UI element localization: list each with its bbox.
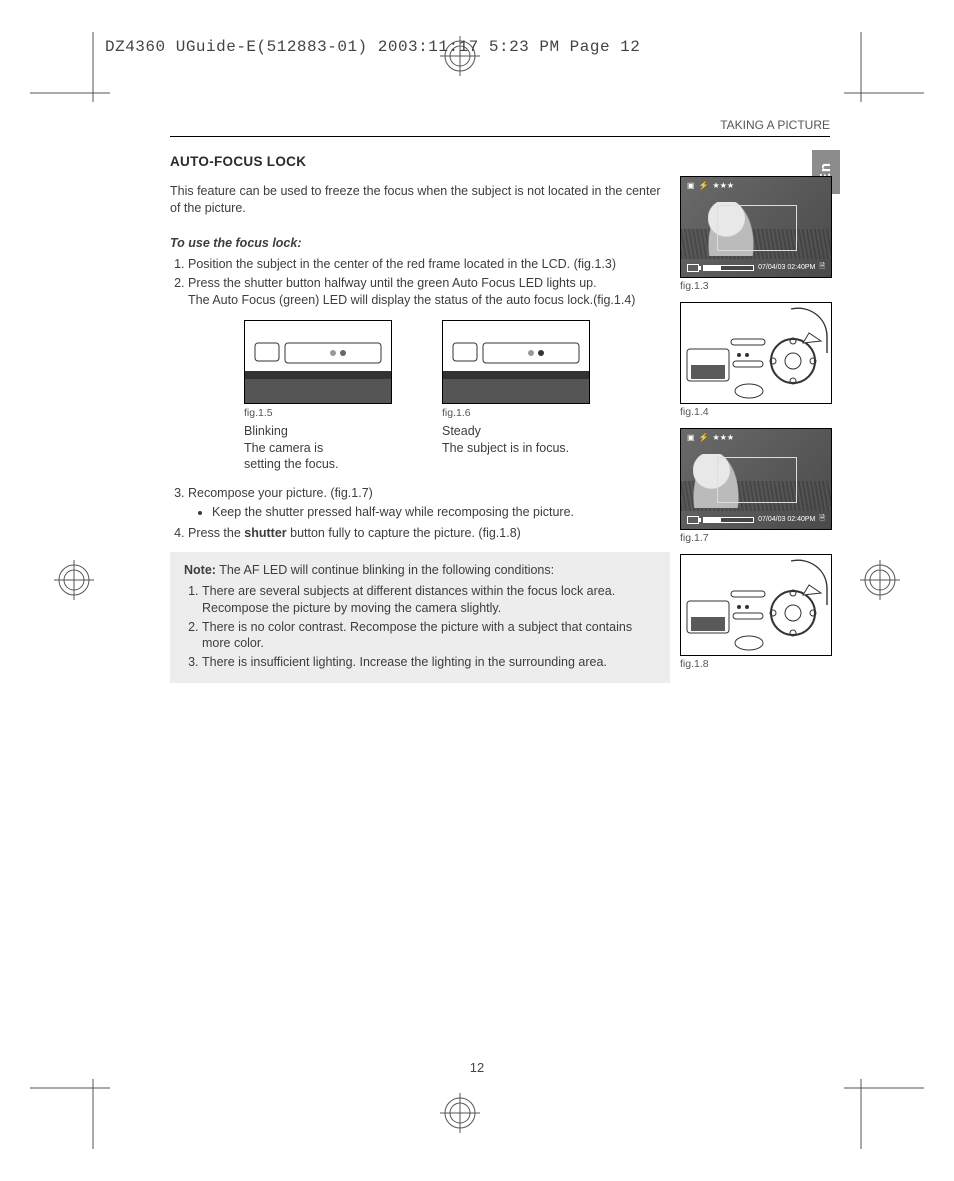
step-2-line2: The Auto Focus (green) LED will display … xyxy=(188,293,635,307)
step-3: Recompose your picture. (fig.1.7) Keep t… xyxy=(188,485,670,521)
running-header: TAKING A PICTURE xyxy=(170,118,830,137)
note-label: Note: xyxy=(184,563,216,577)
step-1: Position the subject in the center of th… xyxy=(188,256,670,273)
intro-paragraph: This feature can be used to freeze the f… xyxy=(170,183,670,217)
figure-column: ▣ ⚡ ★★★ 07/04/03 02:40PM 🗎 fig.1.3 xyxy=(680,176,830,680)
battery-icon xyxy=(687,264,699,272)
step-4: Press the shutter button fully to captur… xyxy=(188,525,670,542)
timestamp: 07/04/03 02:40PM xyxy=(758,264,815,271)
figure-1-7-caption: fig.1.7 xyxy=(680,532,830,544)
figure-1-8: fig.1.8 xyxy=(680,554,830,670)
figure-1-6-line2: The subject is in focus. xyxy=(442,440,588,457)
step-3-sub: Keep the shutter pressed half-way while … xyxy=(212,504,670,521)
note-list: There are several subjects at different … xyxy=(184,583,656,671)
figure-1-3: ▣ ⚡ ★★★ 07/04/03 02:40PM 🗎 fig.1.3 xyxy=(680,176,830,292)
figure-1-6-caption: fig.1.6 xyxy=(442,406,588,420)
camera-icon: ▣ xyxy=(687,181,695,190)
quality-stars: ★★★ xyxy=(713,433,735,442)
battery-icon xyxy=(687,516,699,524)
figure-1-5-line3: setting the focus. xyxy=(244,456,390,473)
figure-1-4-caption: fig.1.4 xyxy=(680,406,830,418)
note-box: Note: The AF LED will continue blinking … xyxy=(170,552,670,683)
figure-1-5-line1: Blinking xyxy=(244,423,390,440)
figure-1-5-image xyxy=(244,320,392,404)
step-3-sublist: Keep the shutter pressed half-way while … xyxy=(188,504,670,521)
note-1: There are several subjects at different … xyxy=(202,583,656,617)
note-lead: Note: The AF LED will continue blinking … xyxy=(184,562,656,579)
note-lead-text: The AF LED will continue blinking in the… xyxy=(216,563,554,577)
body-text: AUTO-FOCUS LOCK This feature can be used… xyxy=(170,153,670,683)
steps-list-a: Position the subject in the center of th… xyxy=(170,256,670,309)
camera-icon: ▣ xyxy=(687,433,695,442)
figure-1-6-line1: Steady xyxy=(442,423,588,440)
print-slug: DZ4360 UGuide-E(512883-01) 2003:11:17 5:… xyxy=(105,38,640,56)
quality-stars: ★★★ xyxy=(713,181,735,190)
steps-list-b: Recompose your picture. (fig.1.7) Keep t… xyxy=(170,485,670,542)
step-4-c: button fully to capture the picture. (fi… xyxy=(287,526,521,540)
card-icon: 🗎 xyxy=(819,514,825,525)
flash-icon: ⚡ xyxy=(699,181,709,190)
step-2-line1: Press the shutter button halfway until t… xyxy=(188,276,597,290)
figure-1-7-image: ▣ ⚡ ★★★ 07/04/03 02:40PM 🗎 xyxy=(680,428,832,530)
figure-1-4: fig.1.4 xyxy=(680,302,830,418)
step-4-a: Press the xyxy=(188,526,244,540)
inline-figures: fig.1.5 Blinking The camera is setting t… xyxy=(244,320,670,473)
note-3: There is insufficient lighting. Increase… xyxy=(202,654,656,671)
subheading: To use the focus lock: xyxy=(170,235,670,252)
figure-1-3-caption: fig.1.3 xyxy=(680,280,830,292)
timestamp: 07/04/03 02:40PM xyxy=(758,516,815,523)
figure-1-8-caption: fig.1.8 xyxy=(680,658,830,670)
memory-bar xyxy=(703,265,754,271)
figure-1-6-image xyxy=(442,320,590,404)
figure-1-5-caption: fig.1.5 xyxy=(244,406,390,420)
figure-1-7: ▣ ⚡ ★★★ 07/04/03 02:40PM 🗎 fig.1.7 xyxy=(680,428,830,544)
note-2: There is no color contrast. Recompose th… xyxy=(202,619,656,653)
flash-icon: ⚡ xyxy=(699,433,709,442)
figure-1-6: fig.1.6 Steady The subject is in focus. xyxy=(442,320,588,473)
card-icon: 🗎 xyxy=(819,262,825,273)
figure-1-8-image xyxy=(680,554,832,656)
memory-bar xyxy=(703,517,754,523)
page-number: 12 xyxy=(470,1060,484,1075)
section-heading: AUTO-FOCUS LOCK xyxy=(170,153,670,171)
figure-1-5-line2: The camera is xyxy=(244,440,390,457)
figure-1-4-image xyxy=(680,302,832,404)
step-3-text: Recompose your picture. (fig.1.7) xyxy=(188,486,373,500)
figure-1-3-image: ▣ ⚡ ★★★ 07/04/03 02:40PM 🗎 xyxy=(680,176,832,278)
step-2: Press the shutter button halfway until t… xyxy=(188,275,670,309)
step-4-b: shutter xyxy=(244,526,286,540)
figure-1-5: fig.1.5 Blinking The camera is setting t… xyxy=(244,320,390,473)
